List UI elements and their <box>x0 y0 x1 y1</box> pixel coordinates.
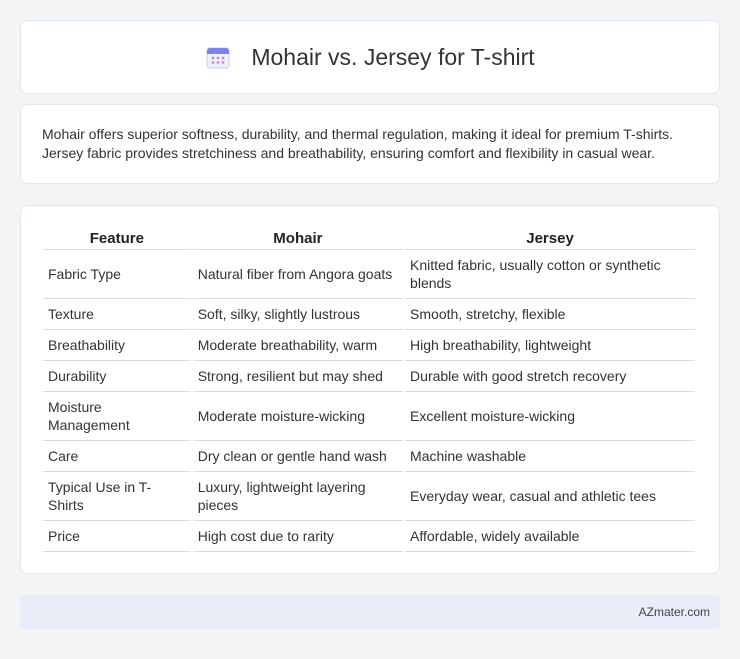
mohair-cell: Dry clean or gentle hand wash <box>192 441 404 472</box>
table-row: Typical Use in T-Shirts Luxury, lightwei… <box>43 472 695 521</box>
table-row: Breathability Moderate breathability, wa… <box>43 330 695 361</box>
header-feature: Feature <box>43 228 191 250</box>
header-mohair: Mohair <box>192 228 404 250</box>
mohair-cell: Strong, resilient but may shed <box>192 361 404 392</box>
summary-card: Mohair offers superior softness, durabil… <box>20 104 720 184</box>
comparison-table: Feature Mohair Jersey Fabric Type Natura… <box>41 228 697 552</box>
calendar-icon <box>205 44 231 70</box>
mohair-cell: Soft, silky, slightly lustrous <box>192 299 404 330</box>
mohair-cell: Natural fiber from Angora goats <box>192 250 404 299</box>
title-wrap: Mohair vs. Jersey for T-shirt <box>205 43 535 71</box>
footer-bar: AZmater.com <box>20 595 720 629</box>
feature-cell: Typical Use in T-Shirts <box>43 472 191 521</box>
feature-cell: Moisture Management <box>43 392 191 441</box>
table-row: Durability Strong, resilient but may she… <box>43 361 695 392</box>
header-jersey: Jersey <box>405 228 695 250</box>
feature-cell: Texture <box>43 299 191 330</box>
mohair-cell: Moderate breathability, warm <box>192 330 404 361</box>
footer-brand[interactable]: AZmater.com <box>639 605 710 619</box>
jersey-cell: High breathability, lightweight <box>405 330 695 361</box>
jersey-cell: Knitted fabric, usually cotton or synthe… <box>405 250 695 299</box>
feature-cell: Fabric Type <box>43 250 191 299</box>
table-header-row: Feature Mohair Jersey <box>43 228 695 250</box>
jersey-cell: Machine washable <box>405 441 695 472</box>
jersey-cell: Affordable, widely available <box>405 521 695 552</box>
summary-text: Mohair offers superior softness, durabil… <box>42 126 674 161</box>
feature-cell: Price <box>43 521 191 552</box>
table-row: Care Dry clean or gentle hand wash Machi… <box>43 441 695 472</box>
jersey-cell: Durable with good stretch recovery <box>405 361 695 392</box>
table-row: Fabric Type Natural fiber from Angora go… <box>43 250 695 299</box>
title-card: Mohair vs. Jersey for T-shirt <box>20 20 720 94</box>
page-title: Mohair vs. Jersey for T-shirt <box>251 43 535 70</box>
table-row: Texture Soft, silky, slightly lustrous S… <box>43 299 695 330</box>
jersey-cell: Smooth, stretchy, flexible <box>405 299 695 330</box>
mohair-cell: Luxury, lightweight layering pieces <box>192 472 404 521</box>
feature-cell: Durability <box>43 361 191 392</box>
jersey-cell: Everyday wear, casual and athletic tees <box>405 472 695 521</box>
jersey-cell: Excellent moisture-wicking <box>405 392 695 441</box>
mohair-cell: Moderate moisture-wicking <box>192 392 404 441</box>
feature-cell: Care <box>43 441 191 472</box>
table-row: Moisture Management Moderate moisture-wi… <box>43 392 695 441</box>
feature-cell: Breathability <box>43 330 191 361</box>
comparison-card: Feature Mohair Jersey Fabric Type Natura… <box>20 205 720 574</box>
table-row: Price High cost due to rarity Affordable… <box>43 521 695 552</box>
mohair-cell: High cost due to rarity <box>192 521 404 552</box>
